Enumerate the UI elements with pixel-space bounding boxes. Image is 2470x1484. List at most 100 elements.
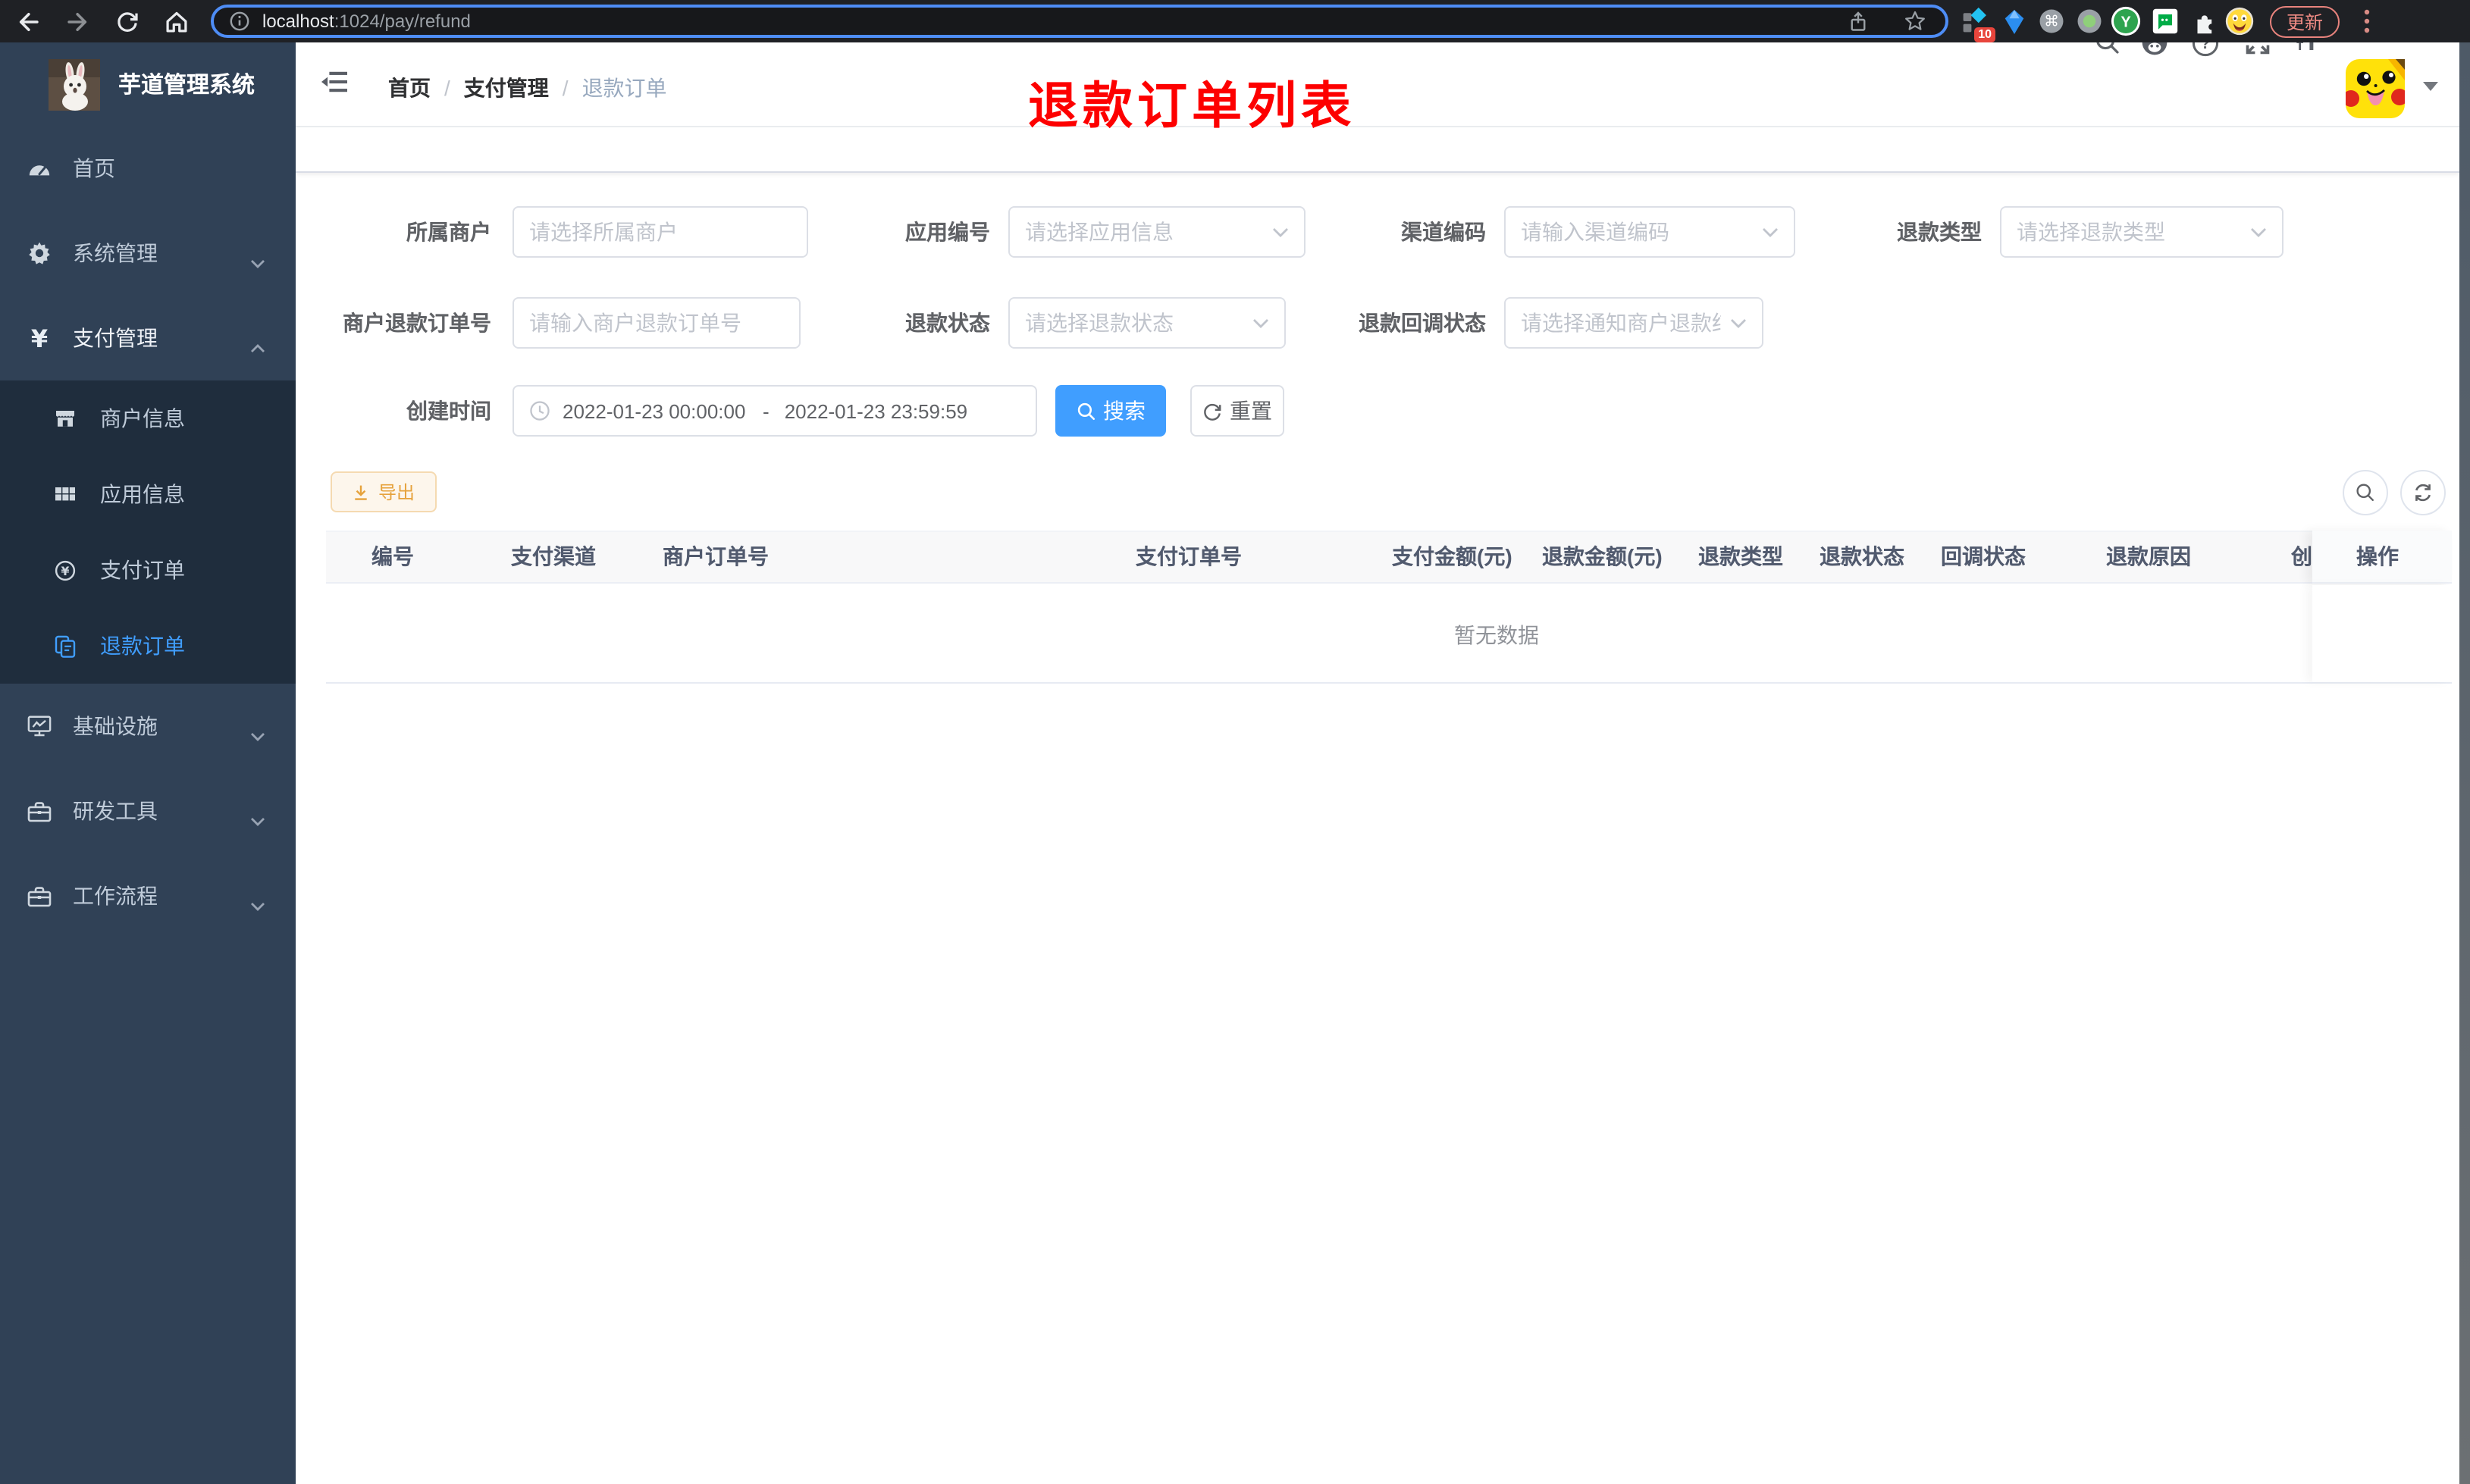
column-header-callback-status: 回调状态 (1941, 544, 2026, 568)
briefcase-icon (27, 884, 52, 908)
sidebar-item-label: 支付管理 (73, 326, 158, 350)
user-avatar[interactable] (2343, 59, 2408, 126)
sidebar-item-payment[interactable]: ¥ 支付管理 (0, 296, 296, 380)
app-placeholder: 请选择应用信息 (1025, 220, 1174, 244)
app-logo-row[interactable]: 芋道管理系统 (0, 42, 296, 126)
select-chevron-down-icon (1762, 218, 1779, 246)
toggle-search-button[interactable] (2343, 470, 2388, 515)
column-header-merchant-order-no: 商户订单号 (663, 544, 769, 568)
extension-gem-icon[interactable] (1998, 6, 2029, 36)
extension-command-icon[interactable]: ⌘ (2036, 6, 2067, 36)
reset-button[interactable]: 重置 (1190, 385, 1284, 437)
extension-greendot-icon[interactable] (2074, 6, 2105, 36)
bookmark-star-icon[interactable] (1903, 9, 1927, 33)
refresh-icon (1204, 402, 1221, 420)
refund-type-select[interactable]: 请选择退款类型 (2000, 206, 2283, 258)
sidebar-item-pay-order[interactable]: ¥ 支付订单 (0, 532, 296, 608)
extension-y-icon[interactable]: Y (2111, 6, 2141, 36)
extension-chat-icon[interactable] (2150, 6, 2180, 36)
browser-forward-button[interactable] (62, 6, 92, 36)
chevron-up-icon (250, 333, 265, 361)
kebab-menu-icon (2364, 9, 2370, 33)
sidebar-item-label: 商户信息 (100, 406, 185, 430)
sidebar-item-label: 首页 (73, 156, 115, 180)
column-header-pay-amount: 支付金额(元) (1392, 544, 1512, 568)
payment-submenu: 商户信息 应用信息 ¥ 支付订单 退款订单 (0, 380, 296, 684)
forward-icon (67, 12, 86, 30)
gear-icon (27, 241, 52, 265)
browser-back-button[interactable] (12, 6, 42, 36)
sidebar-item-refund-order[interactable]: 退款订单 (0, 608, 296, 684)
breadcrumb-payment[interactable]: 支付管理 (464, 76, 549, 100)
browser-home-button[interactable] (161, 6, 191, 36)
filter-label-merchant-refund-no: 商户退款订单号 (343, 311, 491, 335)
app-select[interactable]: 请选择应用信息 (1008, 206, 1306, 258)
column-header-refund-type: 退款类型 (1698, 544, 1783, 568)
page-scrollbar[interactable] (2459, 42, 2470, 1484)
svg-text:⌘: ⌘ (2044, 12, 2059, 30)
merchant-input[interactable]: 请选择所属商户 (512, 206, 808, 258)
refresh-table-button[interactable] (2400, 470, 2446, 515)
url-host: localhost (262, 11, 334, 32)
sidebar-item-home[interactable]: 首页 (0, 126, 296, 211)
search-button[interactable]: 搜索 (1055, 385, 1166, 437)
yen-icon: ¥ (30, 324, 49, 352)
refund-status-select[interactable]: 请选择退款状态 (1008, 297, 1286, 349)
breadcrumb-home[interactable]: 首页 (388, 76, 431, 100)
browser-reload-button[interactable] (112, 6, 143, 36)
sidebar-item-merchant-info[interactable]: 商户信息 (0, 380, 296, 456)
sidebar-item-dev-tools[interactable]: 研发工具 (0, 769, 296, 853)
share-icon[interactable] (1847, 10, 1870, 33)
extension-badge: 10 (1974, 27, 1995, 42)
search-icon (2356, 484, 2374, 501)
hamburger-fold-icon (321, 71, 347, 92)
chevron-down-icon (250, 249, 265, 276)
create-time-range-picker[interactable]: 2022-01-23 00:00:00 - 2022-01-23 23:59:5… (512, 385, 1037, 437)
update-label: 更新 (2287, 11, 2324, 33)
sidebar-item-infrastructure[interactable]: 基础设施 (0, 684, 296, 769)
filter-label-refund-type: 退款类型 (1897, 220, 1982, 244)
sidebar-item-workflow[interactable]: 工作流程 (0, 853, 296, 938)
browser-menu-button[interactable] (2352, 6, 2382, 36)
sidebar-item-label: 退款订单 (100, 634, 185, 658)
avatar-caret-down-icon[interactable] (2423, 82, 2438, 91)
channel-select[interactable]: 请输入渠道编码 (1504, 206, 1795, 258)
extension-tabs-icon[interactable]: 10 (1959, 6, 1995, 42)
app-title: 芋道管理系统 (118, 73, 255, 99)
merchant-refund-no-input[interactable]: 请输入商户退款订单号 (512, 297, 801, 349)
app-logo-rabbit (49, 58, 100, 110)
sidebar-item-label: 系统管理 (73, 241, 158, 265)
select-chevron-down-icon (2250, 218, 2267, 246)
date-range-separator: - (763, 399, 770, 422)
table-empty-text: 暂无数据 (1454, 623, 1539, 647)
store-icon (55, 408, 76, 429)
dashboard-icon (27, 156, 52, 180)
green-dot-icon (2077, 9, 2102, 33)
pikachu-avatar-icon (2343, 59, 2408, 118)
svg-text:¥: ¥ (61, 563, 70, 578)
export-button[interactable]: 导出 (331, 471, 437, 512)
puzzle-icon (2196, 14, 2211, 33)
channel-placeholder: 请输入渠道编码 (1521, 220, 1669, 244)
sidebar-item-app-info[interactable]: 应用信息 (0, 456, 296, 532)
sidebar-collapse-button[interactable] (321, 70, 347, 102)
sidebar-item-system[interactable]: 系统管理 (0, 211, 296, 296)
extensions-puzzle-button[interactable] (2188, 6, 2218, 36)
tags-view-bar (296, 127, 2459, 173)
sidebar-item-label: 支付订单 (100, 558, 185, 582)
refresh-cycle-icon (2415, 484, 2431, 502)
column-header-id: 编号 (371, 544, 414, 568)
column-header-refund-status: 退款状态 (1820, 544, 1904, 568)
briefcase-icon (27, 799, 52, 823)
back-icon (18, 12, 38, 30)
sidebar-item-label: 应用信息 (100, 482, 185, 506)
notify-status-select[interactable]: 请选择通知商户退款结果 (1504, 297, 1763, 349)
column-header-refund-amount: 退款金额(元) (1542, 544, 1663, 568)
chevron-down-icon (250, 722, 265, 749)
fixed-action-column-header: 操作 (2312, 531, 2452, 584)
browser-profile-avatar[interactable] (2224, 6, 2255, 36)
browser-update-button[interactable]: 更新 (2270, 5, 2340, 37)
sidebar-item-label: 基础设施 (73, 714, 158, 738)
site-info-icon[interactable] (229, 11, 250, 32)
url-bar[interactable]: localhost:1024/pay/refund (211, 5, 1948, 38)
